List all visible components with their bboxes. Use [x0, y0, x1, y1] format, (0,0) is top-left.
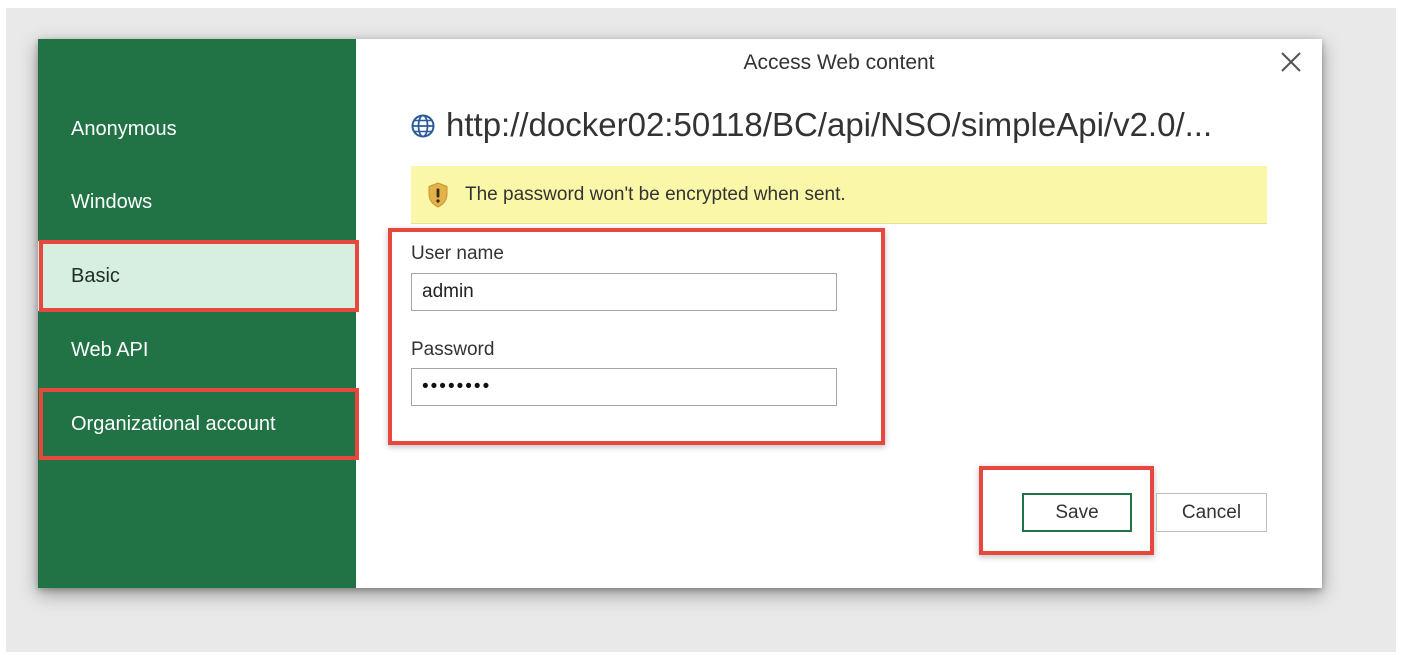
- username-input[interactable]: admin: [411, 273, 837, 311]
- url-display: http://docker02:50118/BC/api/NSO/simpleA…: [410, 106, 1212, 144]
- sidebar-item-basic[interactable]: Basic: [38, 240, 359, 312]
- sidebar-item-organizational-account[interactable]: Organizational account: [38, 388, 359, 460]
- sidebar-item-label: Basic: [71, 264, 120, 287]
- dialog-title: Access Web content: [743, 51, 935, 74]
- password-input[interactable]: ••••••••: [411, 368, 837, 406]
- auth-method-sidebar: Anonymous Windows Basic Web API Organiza…: [38, 39, 359, 588]
- username-value: admin: [422, 281, 474, 302]
- sidebar-item-label: Windows: [71, 190, 153, 213]
- sidebar-item-label: Web API: [71, 338, 149, 361]
- close-icon[interactable]: [1278, 49, 1304, 75]
- globe-icon: [411, 114, 435, 138]
- cancel-button[interactable]: Cancel: [1156, 493, 1267, 532]
- url-text: http://docker02:50118/BC/api/NSO/simpleA…: [446, 106, 1213, 143]
- shield-warning-icon: [428, 181, 448, 208]
- warning-banner: The password won't be encrypted when sen…: [411, 166, 1267, 224]
- sidebar-item-label: Organizational account: [71, 412, 276, 435]
- sidebar-item-windows[interactable]: Windows: [38, 167, 356, 237]
- password-label: Password: [411, 339, 495, 360]
- sidebar-item-label: Anonymous: [71, 117, 177, 140]
- password-mask: ••••••••: [422, 376, 492, 397]
- sidebar-item-web-api[interactable]: Web API: [38, 315, 356, 385]
- access-web-content-dialog: Anonymous Windows Basic Web API Organiza…: [38, 39, 1322, 588]
- username-label: User name: [411, 243, 504, 264]
- sidebar-item-anonymous[interactable]: Anonymous: [38, 94, 356, 164]
- warning-text: The password won't be encrypted when sen…: [465, 183, 846, 205]
- save-button[interactable]: Save: [1022, 493, 1132, 532]
